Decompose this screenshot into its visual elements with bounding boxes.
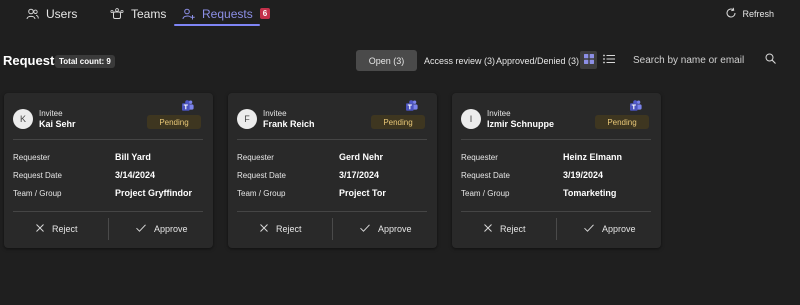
users-icon bbox=[26, 8, 39, 20]
invitee-name: Izmir Schnuppe bbox=[487, 119, 555, 129]
requester-value: Gerd Nehr bbox=[339, 152, 384, 162]
approve-label: Approve bbox=[378, 224, 412, 234]
request-date-label: Request Date bbox=[461, 171, 510, 180]
request-date-value: 3/17/2024 bbox=[339, 170, 380, 180]
filter-approved-denied[interactable]: Approved/Denied (3) bbox=[496, 50, 579, 71]
avatar: K bbox=[13, 109, 33, 129]
card-divider bbox=[461, 211, 651, 212]
filter-access-review[interactable]: Access review (3) bbox=[424, 50, 495, 71]
request-card: F Invitee Frank Reich Pending Requester … bbox=[228, 93, 437, 248]
teams-group-icon bbox=[110, 7, 124, 20]
checkmark-icon bbox=[360, 224, 370, 234]
grid-view-button[interactable] bbox=[580, 51, 597, 69]
card-divider bbox=[237, 139, 427, 140]
checkmark-icon bbox=[584, 224, 594, 234]
status-badge: Pending bbox=[595, 115, 649, 129]
requester-label: Requester bbox=[461, 153, 498, 162]
approve-button[interactable]: Approve bbox=[584, 221, 636, 237]
team-group-label: Team / Group bbox=[237, 189, 286, 198]
avatar-initial: K bbox=[19, 114, 26, 124]
reject-label: Reject bbox=[276, 224, 302, 234]
grid-icon bbox=[583, 51, 594, 69]
reject-button[interactable]: Reject bbox=[36, 221, 78, 237]
reject-button[interactable]: Reject bbox=[484, 221, 526, 237]
card-divider bbox=[461, 139, 651, 140]
team-group-label: Team / Group bbox=[461, 189, 510, 198]
status-badge: Pending bbox=[147, 115, 201, 129]
requester-value: Bill Yard bbox=[115, 152, 151, 162]
requester-label: Requester bbox=[237, 153, 274, 162]
filter-open[interactable]: Open (3) bbox=[356, 50, 417, 71]
tab-teams[interactable]: Teams bbox=[110, 0, 166, 27]
tab-users[interactable]: Users bbox=[26, 0, 77, 27]
request-date-label: Request Date bbox=[237, 171, 286, 180]
tab-users-label: Users bbox=[46, 6, 78, 21]
reject-label: Reject bbox=[52, 224, 78, 234]
requester-value: Heinz Elmann bbox=[563, 152, 623, 162]
avatar: I bbox=[461, 109, 481, 129]
team-group-value: Project Gryffindor bbox=[115, 188, 193, 198]
search-input[interactable] bbox=[625, 54, 761, 66]
approve-button[interactable]: Approve bbox=[136, 221, 188, 237]
requests-count-badge: 6 bbox=[259, 8, 271, 19]
top-nav: Users Teams Requests 6 Refresh bbox=[0, 0, 800, 28]
card-divider bbox=[13, 139, 203, 140]
refresh-label: Refresh bbox=[742, 8, 774, 19]
refresh-icon bbox=[725, 7, 737, 21]
list-view-button[interactable] bbox=[600, 51, 617, 69]
request-card: I Invitee Izmir Schnuppe Pending Request… bbox=[452, 93, 661, 248]
close-icon bbox=[484, 224, 492, 234]
avatar: F bbox=[237, 109, 257, 129]
status-badge: Pending bbox=[371, 115, 425, 129]
invitee-label: Invitee bbox=[487, 109, 511, 118]
request-date-label: Request Date bbox=[13, 171, 62, 180]
search-icon[interactable] bbox=[765, 51, 776, 69]
reject-label: Reject bbox=[500, 224, 526, 234]
avatar-initial: F bbox=[244, 114, 250, 124]
close-icon bbox=[36, 224, 44, 234]
avatar-initial: I bbox=[469, 114, 473, 124]
refresh-button[interactable]: Refresh bbox=[725, 0, 774, 27]
action-separator bbox=[332, 218, 333, 240]
close-icon bbox=[260, 224, 268, 234]
team-group-value: Tomarketing bbox=[563, 188, 617, 198]
invitee-name: Kai Sehr bbox=[39, 119, 76, 129]
request-date-value: 3/14/2024 bbox=[115, 170, 156, 180]
page-title: Requests bbox=[3, 53, 62, 68]
approve-label: Approve bbox=[602, 224, 636, 234]
team-group-label: Team / Group bbox=[13, 189, 62, 198]
active-tab-indicator bbox=[174, 24, 260, 26]
request-card: K Invitee Kai Sehr Pending Requester Bil… bbox=[4, 93, 213, 248]
requester-label: Requester bbox=[13, 153, 50, 162]
approve-button[interactable]: Approve bbox=[360, 221, 412, 237]
request-date-value: 3/19/2024 bbox=[563, 170, 604, 180]
person-add-icon bbox=[182, 8, 195, 20]
action-separator bbox=[108, 218, 109, 240]
tab-requests-label: Requests bbox=[202, 6, 253, 21]
checkmark-icon bbox=[136, 224, 146, 234]
team-group-value: Project Tor bbox=[339, 188, 386, 198]
tab-teams-label: Teams bbox=[131, 6, 167, 21]
card-divider bbox=[13, 211, 203, 212]
invitee-label: Invitee bbox=[39, 109, 63, 118]
list-icon bbox=[602, 51, 615, 69]
total-count-badge: Total count: 9 bbox=[55, 55, 115, 68]
invitee-label: Invitee bbox=[263, 109, 287, 118]
search-box[interactable] bbox=[625, 49, 785, 71]
reject-button[interactable]: Reject bbox=[260, 221, 302, 237]
approve-label: Approve bbox=[154, 224, 188, 234]
card-divider bbox=[237, 211, 427, 212]
action-separator bbox=[556, 218, 557, 240]
invitee-name: Frank Reich bbox=[263, 119, 315, 129]
tab-requests[interactable]: Requests 6 bbox=[182, 0, 271, 27]
